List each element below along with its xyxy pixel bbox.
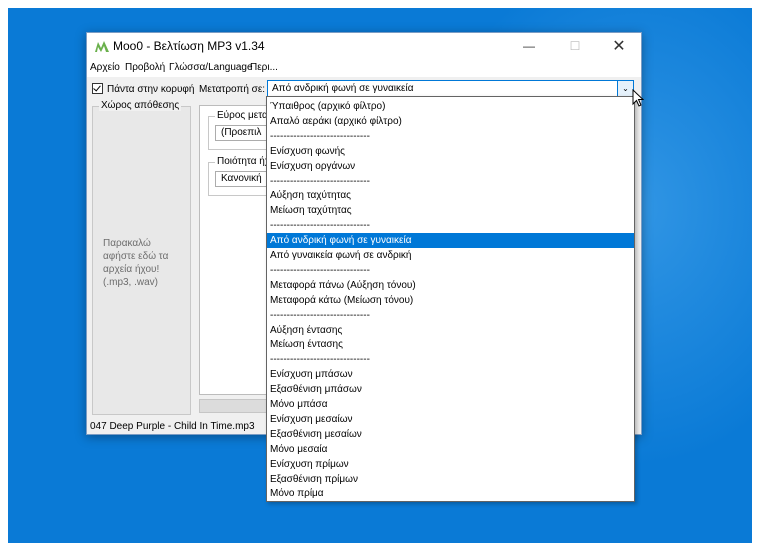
checkbox-checked-icon[interactable] [92,83,103,94]
dropdown-option[interactable]: Εξασθένιση πρίμων [267,472,634,487]
dropdown-option[interactable]: Εξασθένιση μεσαίων [267,427,634,442]
dropdown-option[interactable]: Εξασθένιση μπάσων [267,382,634,397]
quality-group-label: Ποιότητα ήχ [215,156,273,167]
dropdown-separator: ------------------------------ [270,354,370,366]
dropdown-option[interactable]: Μόνο πρίμα [267,486,634,501]
title-bar[interactable]: Moo0 - Βελτίωση MP3 v1.34 — ☐ ✕ [87,33,641,60]
drop-text-line: Παρακαλώ [103,238,151,249]
dropdown-option[interactable]: Απαλό αεράκι (αρχικό φίλτρο) [267,114,634,129]
dropdown-option[interactable]: Ενίσχυση πρίμων [267,457,634,472]
minimize-button[interactable]: — [507,33,551,60]
maximize-button[interactable]: ☐ [553,33,597,60]
dropdown-separator: ------------------------------ [270,309,370,321]
menu-view[interactable]: Προβολή [125,62,165,73]
always-on-top-label: Πάντα στην κορυφή [107,84,195,95]
menu-about[interactable]: Περι... [250,62,278,73]
dropdown-option[interactable]: Ενίσχυση μπάσων [267,367,634,382]
drop-text-line: αφήστε εδώ τα [103,251,169,262]
dropdown-option[interactable]: Μεταφορά πάνω (Αύξηση τόνου) [267,278,634,293]
dropdown-option[interactable]: Μεταφορά κάτω (Μείωση τόνου) [267,293,634,308]
dropdown-option[interactable]: Ύπαιθρος (αρχικό φίλτρο) [267,99,634,114]
dropdown-separator: ------------------------------ [270,220,370,232]
dropdown-option[interactable]: Ενίσχυση οργάνων [267,159,634,174]
menu-file[interactable]: Αρχείο [90,62,120,73]
menu-bar: Αρχείο Προβολή Γλώσσα/Language Περι... [87,60,641,77]
drop-text-line: (.mp3, .wav) [103,277,159,288]
mouse-cursor-icon [632,89,644,107]
drop-area[interactable]: Χώρος απόθεσης Παρακαλώ αφήστε εδώ τα αρ… [92,100,191,415]
drop-area-title: Χώρος απόθεσης [99,100,182,111]
dropdown-option[interactable]: Μόνο μπάσα [267,397,634,412]
dropdown-option[interactable]: Αύξηση ταχύτητας [267,188,634,203]
chevron-down-icon[interactable]: ⌄ [617,81,633,96]
dropdown-option[interactable]: Ενίσχυση φωνής [267,144,634,159]
drop-instructions: Παρακαλώ αφήστε εδώ τα αρχεία ήχου! (.mp… [103,237,183,289]
conversion-dropdown-list[interactable]: Ύπαιθρος (αρχικό φίλτρο) Απαλό αεράκι (αρ… [266,96,635,502]
dropdown-option[interactable]: Ενίσχυση μεσαίων [267,412,634,427]
dropdown-option[interactable]: Από ανδρική φωνή σε γυναικεία [267,233,634,249]
dropdown-option[interactable]: Από γυναικεία φωνή σε ανδρική [267,248,634,263]
moo0-app-icon [95,40,109,53]
always-on-top-checkbox[interactable]: Πάντα στην κορυφή [92,83,194,95]
dropdown-option[interactable]: Αύξηση έντασης [267,323,634,338]
close-button[interactable]: ✕ [597,33,641,60]
conversion-combobox[interactable]: Από ανδρική φωνή σε γυναικεία ⌄ [267,80,634,97]
drop-text-line: αρχεία ήχου! [103,264,160,275]
dropdown-separator: ------------------------------ [270,130,370,142]
dropdown-separator: ------------------------------ [270,264,370,276]
status-text: 047 Deep Purple - Child In Time.mp3 [90,421,255,432]
dropdown-option[interactable]: Μείωση έντασης [267,337,634,352]
menu-language[interactable]: Γλώσσα/Language [169,62,253,73]
convert-to-label: Μετατροπή σε: [199,84,266,95]
dropdown-separator: ------------------------------ [270,175,370,187]
dropdown-option[interactable]: Μείωση ταχύτητας [267,203,634,218]
conversion-value: Από ανδρική φωνή σε γυναικεία [272,83,414,94]
dropdown-option[interactable]: Μόνο μεσαία [267,442,634,457]
window-title: Moo0 - Βελτίωση MP3 v1.34 [113,39,265,53]
